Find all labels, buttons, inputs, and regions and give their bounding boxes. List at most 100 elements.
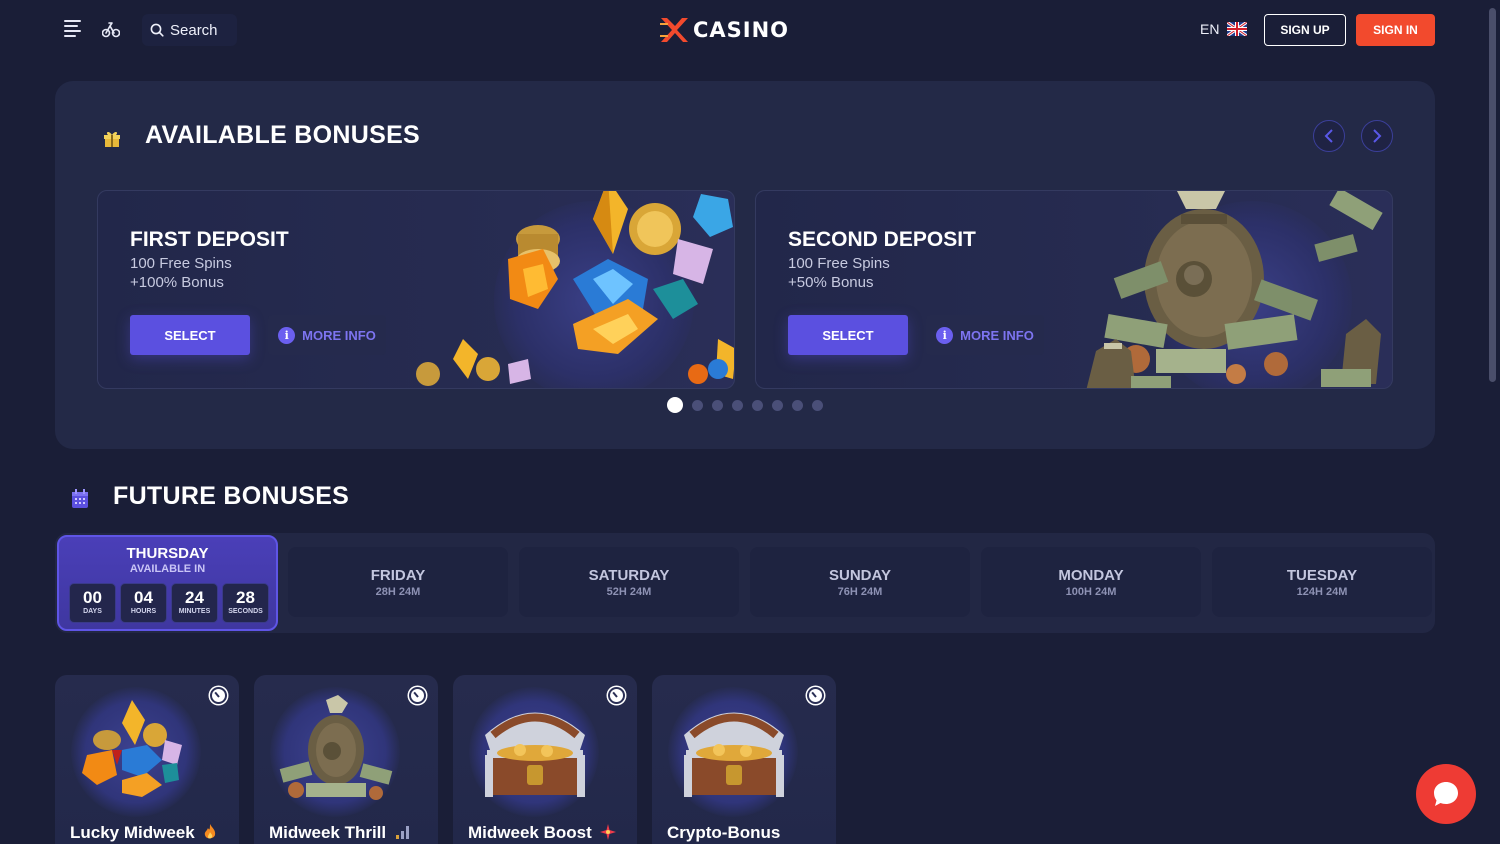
pagination-dot[interactable] — [712, 399, 723, 411]
bonus-card-line-1: 100 Free Spins — [130, 255, 232, 272]
day-thursday-active[interactable]: THURSDAY AVAILABLE IN 00 DAYS 04 HOURS 2… — [57, 535, 278, 631]
countdown-hours: 04 HOURS — [120, 583, 167, 623]
bonus-tile-crypto-bonus[interactable]: Crypto-Bonus — [652, 675, 836, 844]
clock-icon — [608, 687, 625, 704]
bonus-tile-midweek-thrill[interactable]: Midweek Thrill — [254, 675, 438, 844]
pagination-dot[interactable] — [812, 399, 823, 411]
signal-icon — [395, 826, 409, 839]
countdown-unit: HOURS — [130, 608, 157, 615]
countdown-unit: SECONDS — [228, 608, 263, 615]
bonus-card-first-deposit: FIRST DEPOSIT 100 Free Spins +100% Bonus… — [97, 190, 735, 389]
more-info-button[interactable]: i MORE INFO — [926, 315, 1044, 355]
logo[interactable]: CASINO — [658, 14, 789, 46]
search-label: Search — [170, 21, 218, 39]
bonus-card-line-2: +50% Bonus — [788, 274, 874, 291]
carousel-prev-button[interactable] — [1313, 120, 1345, 152]
bonus-card-line-1: 100 Free Spins — [788, 255, 890, 272]
clock-icon — [409, 687, 426, 704]
fire-icon — [205, 824, 216, 839]
bonus-tile-midweek-boost[interactable]: Midweek Boost — [453, 675, 637, 844]
search-button[interactable]: Search — [142, 14, 237, 46]
countdown-value: 28 — [236, 588, 255, 607]
select-button[interactable]: SELECT — [788, 315, 908, 355]
day-name: FRIDAY — [370, 567, 426, 584]
bike-icon[interactable] — [102, 21, 120, 38]
tile-name: Lucky Midweek — [70, 823, 217, 843]
search-icon — [150, 23, 164, 37]
gems-illustration — [82, 700, 182, 797]
tile-name: Crypto-Bonus — [667, 823, 781, 842]
countdown-unit: MINUTES — [178, 608, 211, 615]
sparkle-icon — [600, 824, 617, 840]
chat-bubble-icon — [1434, 782, 1458, 806]
carousel-next-button[interactable] — [1361, 120, 1393, 152]
countdown-value: 00 — [83, 588, 102, 607]
pagination-dot[interactable] — [792, 399, 803, 411]
language-code: EN — [1200, 21, 1220, 37]
day-tuesday[interactable]: TUESDAY 124H 24M — [1212, 547, 1432, 617]
logo-mark-icon — [660, 18, 688, 42]
pagination-dot[interactable] — [692, 399, 703, 411]
more-info-button[interactable]: i MORE INFO — [268, 315, 386, 355]
countdown-unit: DAYS — [83, 608, 102, 615]
select-button[interactable]: SELECT — [130, 315, 250, 355]
gift-icon — [104, 131, 120, 147]
tile-name: Midweek Boost — [468, 823, 617, 843]
future-days-bar: THURSDAY AVAILABLE IN 00 DAYS 04 HOURS 2… — [55, 533, 1435, 633]
language-selector[interactable]: EN — [1200, 21, 1248, 37]
bonus-tile-lucky-midweek[interactable]: Lucky Midweek — [55, 675, 239, 844]
day-time: 76H 24M — [837, 586, 883, 598]
countdown-seconds: 28 SECONDS — [222, 583, 269, 623]
bonus-card-title: FIRST DEPOSIT — [130, 228, 289, 251]
pagination-dot[interactable] — [772, 399, 783, 411]
tile-name: Midweek Thrill — [269, 823, 411, 843]
available-in-label: AVAILABLE IN — [129, 563, 206, 575]
sign-in-button[interactable]: SIGN IN — [1356, 14, 1435, 46]
day-name: THURSDAY — [126, 545, 209, 562]
sign-up-button[interactable]: SIGN UP — [1264, 14, 1346, 46]
future-bonuses-title: FUTURE BONUSES — [113, 482, 350, 510]
info-icon: i — [278, 326, 296, 344]
pagination-dot[interactable] — [732, 399, 743, 411]
day-time: 28H 24M — [375, 586, 421, 598]
day-time: 52H 24M — [606, 586, 652, 598]
logo-text: CASINO — [693, 18, 790, 42]
page-scrollbar[interactable] — [1489, 8, 1496, 382]
menu-icon[interactable] — [64, 20, 81, 37]
chevron-right-icon — [1373, 129, 1382, 143]
available-bonuses-panel: AVAILABLE BONUSES FIRST DEPOSIT 100 Free… — [55, 81, 1435, 449]
day-name: SUNDAY — [829, 567, 891, 584]
bonus-card-second-deposit: SECOND DEPOSIT 100 Free Spins +50% Bonus… — [755, 190, 1393, 389]
day-time: 124H 24M — [1296, 586, 1348, 598]
day-saturday[interactable]: SATURDAY 52H 24M — [519, 547, 739, 617]
day-friday[interactable]: FRIDAY 28H 24M — [288, 547, 508, 617]
available-bonuses-title: AVAILABLE BONUSES — [145, 121, 421, 149]
day-monday[interactable]: MONDAY 100H 24M — [981, 547, 1201, 617]
top-bar: Search CASINO EN SIGN UP SIGN IN — [0, 0, 1500, 60]
small-money-bag-icon — [1086, 339, 1171, 388]
countdown-value: 04 — [134, 588, 153, 607]
bonus-card-title: SECOND DEPOSIT — [788, 228, 976, 251]
gems-coins-illustration — [416, 191, 734, 386]
info-icon: i — [936, 326, 954, 344]
clock-icon — [807, 687, 824, 704]
day-time: 100H 24M — [1065, 586, 1117, 598]
countdown-value: 24 — [185, 588, 204, 607]
pagination-dot[interactable] — [752, 399, 763, 411]
bonus-card-line-2: +100% Bonus — [130, 274, 224, 291]
uk-flag-icon — [1227, 22, 1248, 36]
chat-button[interactable] — [1416, 764, 1476, 824]
carousel-pagination — [667, 397, 823, 413]
more-info-label: MORE INFO — [302, 327, 376, 343]
day-name: SATURDAY — [588, 567, 670, 584]
day-name: TUESDAY — [1286, 567, 1358, 584]
day-name: MONDAY — [1058, 567, 1124, 584]
more-info-label: MORE INFO — [960, 327, 1034, 343]
pagination-dot[interactable] — [667, 397, 683, 413]
day-sunday[interactable]: SUNDAY 76H 24M — [750, 547, 970, 617]
countdown-days: 00 DAYS — [69, 583, 116, 623]
countdown-timer: 00 DAYS 04 HOURS 24 MINUTES 28 SECONDS — [69, 583, 269, 623]
calendar-icon — [72, 489, 88, 508]
chevron-left-icon — [1324, 129, 1333, 143]
clock-icon — [210, 687, 227, 704]
